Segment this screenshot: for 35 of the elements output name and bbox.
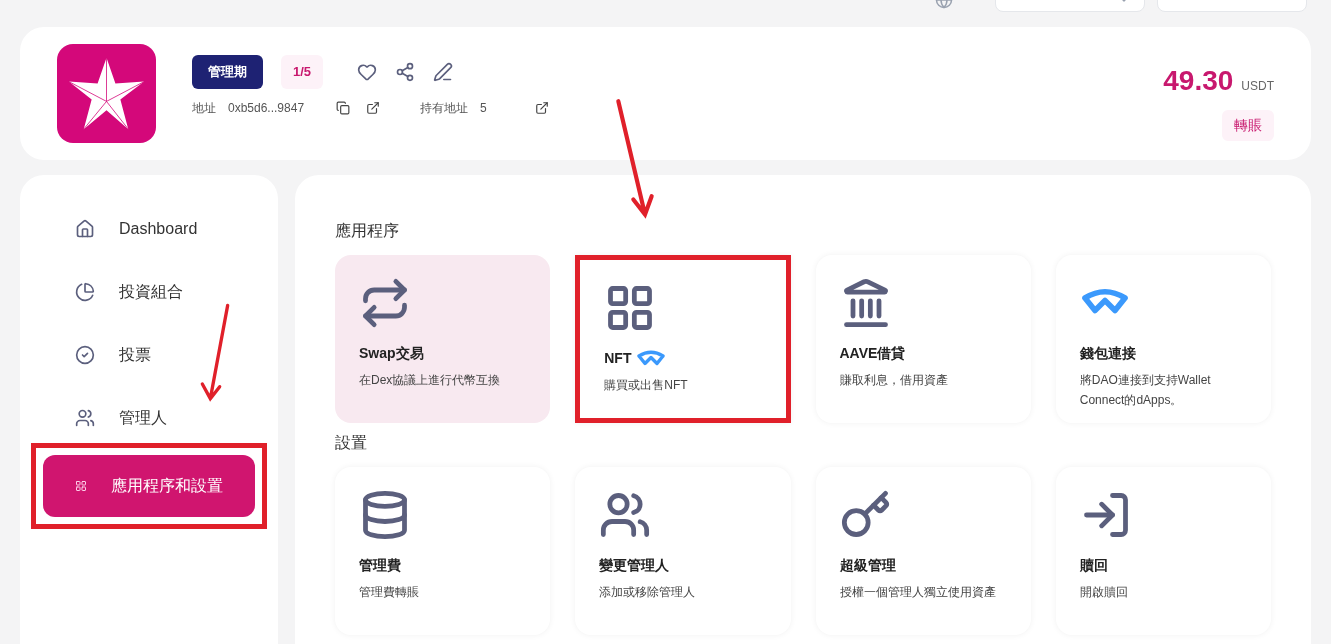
member-count-badge: 1/5	[281, 55, 324, 89]
holders-count: 5	[480, 99, 487, 117]
sidebar-item[interactable]: 投資組合	[43, 266, 255, 318]
external-link-icon[interactable]	[366, 100, 381, 115]
home-icon	[75, 219, 95, 239]
balance-amount: 49.30	[1163, 64, 1234, 98]
address-value: 0xb5d6...9847	[228, 99, 305, 117]
status-badge: 管理期	[192, 55, 263, 89]
app-card[interactable]: NFT 購買或出售NFT	[575, 255, 791, 423]
app-card[interactable]: 變更管理人 添加或移除管理人	[575, 467, 791, 635]
check-circle-icon	[75, 345, 95, 365]
pie-chart-icon	[75, 282, 95, 302]
app-card[interactable]: AAVE借貸 賺取利息，借用資產	[815, 255, 1031, 423]
edit-icon[interactable]	[433, 61, 454, 82]
currency-label: USDT	[1241, 78, 1274, 95]
app-card[interactable]: 贖回 開啟贖回	[1055, 467, 1271, 635]
sidebar-item[interactable]: Dashboard	[43, 203, 255, 255]
app-card[interactable]: Swap交易 在Dex協議上進行代幣互換	[335, 255, 551, 423]
section-title: 設置	[335, 433, 368, 453]
users-icon	[75, 408, 95, 428]
transfer-button[interactable]: 轉賬	[1222, 110, 1274, 141]
sidebar-item[interactable]: 應用程序和設置	[43, 455, 255, 517]
external-link-icon[interactable]	[534, 100, 549, 115]
wave-icon	[635, 349, 668, 368]
sidebar-item[interactable]: 投票	[43, 329, 255, 381]
app-card[interactable]: 錢包連接 將DAO連接到支持Wallet Connect的dApps。	[1055, 255, 1271, 423]
address-label: 地址	[192, 99, 216, 117]
copy-icon[interactable]	[336, 100, 351, 115]
app-card[interactable]: 超級管理 授權一個管理人獨立使用資產	[815, 467, 1031, 635]
app-card[interactable]: 管理費 管理費轉賬	[335, 467, 551, 635]
sidebar-item[interactable]: 管理人	[43, 392, 255, 444]
section-title: 應用程序	[335, 221, 400, 241]
heart-icon[interactable]	[357, 61, 378, 82]
holders-label: 持有地址	[420, 99, 469, 117]
share-icon[interactable]	[395, 61, 416, 82]
